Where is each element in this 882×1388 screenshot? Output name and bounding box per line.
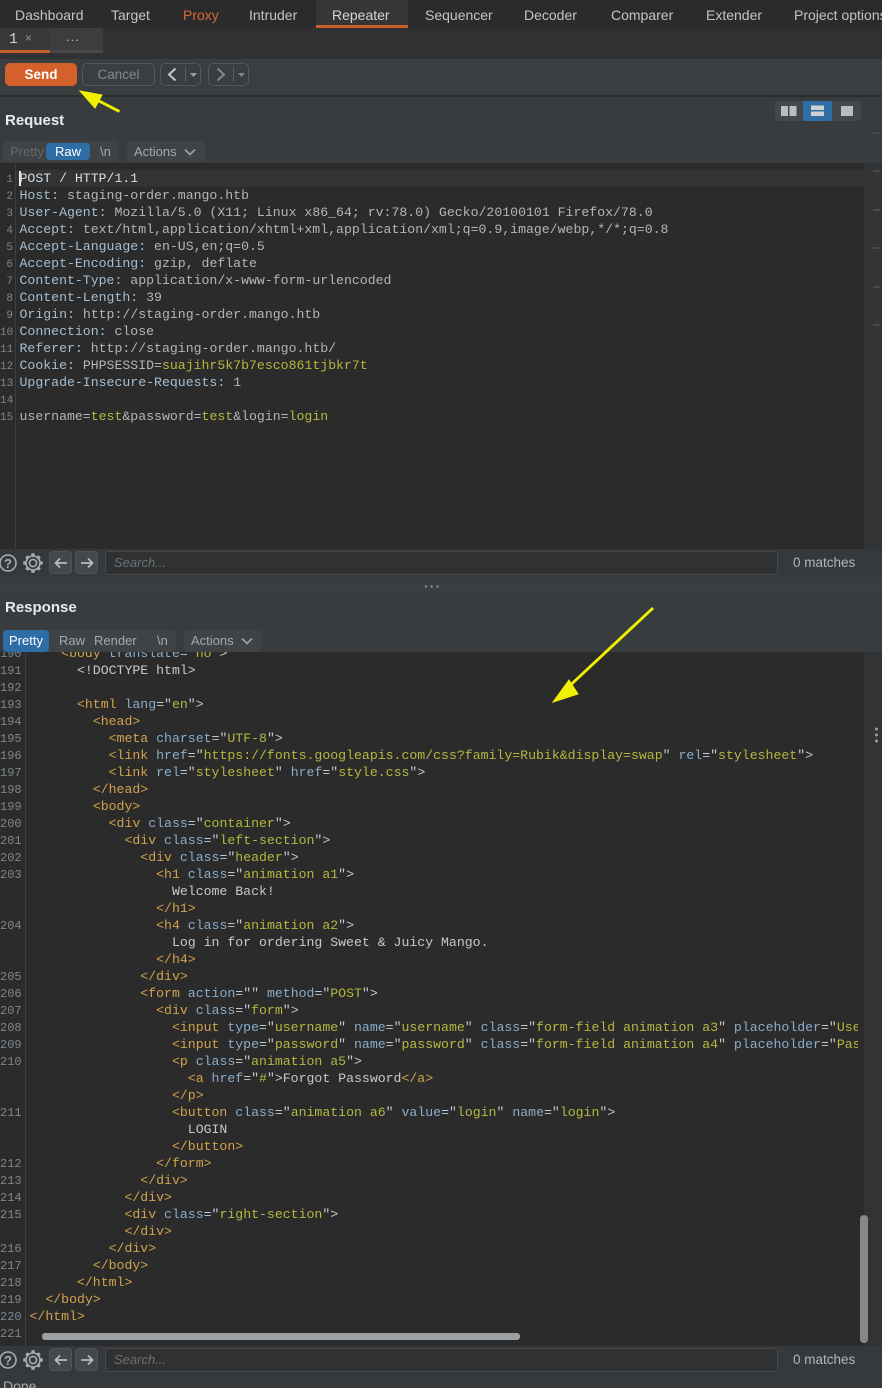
- svg-text:?: ?: [4, 1353, 12, 1368]
- svg-text:?: ?: [4, 556, 12, 571]
